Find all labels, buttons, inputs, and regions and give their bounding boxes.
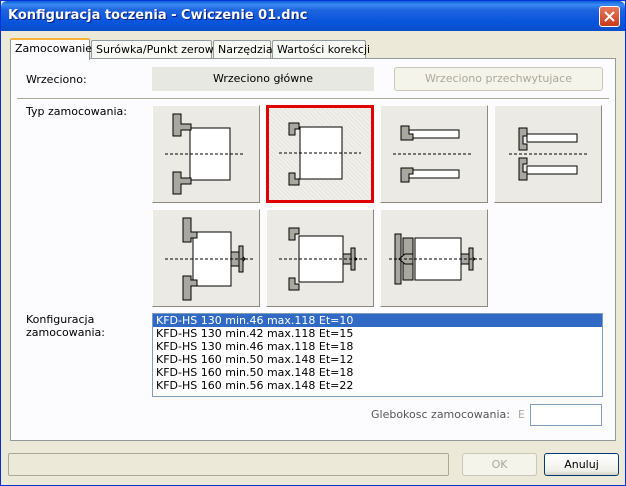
tab-zamocowanie[interactable]: Zamocowanie (10, 38, 92, 60)
close-icon (604, 11, 615, 22)
chuck-outer-jaws-icon (165, 113, 245, 195)
chuck-tailstock-small-icon (279, 227, 367, 291)
clamping-config-label-1: Konfiguracja (26, 313, 95, 326)
clamping-config-list[interactable]: KFD-HS 130 min.46 max.118 Et=10 KFD-HS 1… (152, 313, 603, 397)
list-item[interactable]: KFD-HS 160 min.50 max.148 Et=18 (153, 366, 602, 379)
tab-panel: Wrzeciono: Wrzeciono główne Wrzeciono pr… (10, 58, 616, 441)
clamp-option-between-centers[interactable] (380, 209, 488, 307)
clamp-option-bar[interactable] (380, 105, 488, 203)
window-title: Konfiguracja toczenia - Cwiczenie 01.dnc (8, 8, 308, 23)
clamping-type-label: Typ zamocowania: (26, 105, 127, 118)
list-item[interactable]: KFD-HS 130 min.46 max.118 Et=10 (153, 314, 602, 327)
depth-label: Glebokosc zamocowania: (371, 408, 510, 421)
ok-button[interactable]: OK (462, 453, 537, 476)
tab-wartosci-korekcji[interactable]: Wartości korekcji (272, 40, 370, 59)
dialog-window: Konfiguracja toczenia - Cwiczenie 01.dnc… (0, 0, 626, 486)
tab-narzedzia[interactable]: Narzędzia (213, 40, 273, 59)
title-bar[interactable]: Konfiguracja toczenia - Cwiczenie 01.dnc (1, 1, 625, 31)
clamp-option-outer-jaws[interactable] (152, 105, 260, 203)
status-bar (8, 453, 449, 476)
depth-prefix: E (518, 408, 525, 421)
clamp-option-bar-inner[interactable] (494, 105, 602, 203)
clamp-option-inner-jaws[interactable] (266, 105, 374, 203)
sub-spindle-button[interactable]: Wrzeciono przechwytujace (394, 67, 603, 91)
list-item[interactable]: KFD-HS 130 min.46 max.118 Et=18 (153, 340, 602, 353)
list-item[interactable]: KFD-HS 160 min.56 max.148 Et=22 (153, 379, 602, 392)
cancel-button[interactable]: Anuluj (544, 453, 619, 476)
tab-surowka[interactable]: Surówka/Punkt zerowy (91, 40, 220, 59)
spindle-label: Wrzeciono: (26, 73, 87, 86)
list-item[interactable]: KFD-HS 130 min.42 max.118 Et=15 (153, 327, 602, 340)
chuck-inner-jaws-icon (279, 122, 361, 186)
separator (17, 98, 609, 100)
chuck-bar-inner-icon (509, 127, 589, 181)
depth-input[interactable] (530, 404, 602, 426)
between-centers-icon (389, 233, 483, 285)
chuck-bar-icon (393, 125, 473, 183)
clamp-option-tailstock[interactable] (152, 209, 260, 307)
chuck-tailstock-icon (165, 217, 253, 301)
clamp-option-tailstock-small[interactable] (266, 209, 374, 307)
clamping-config-label-2: zamocowania: (26, 326, 105, 339)
main-spindle-button[interactable]: Wrzeciono główne (152, 67, 374, 91)
list-item[interactable]: KFD-HS 160 min.50 max.148 Et=12 (153, 353, 602, 366)
close-button[interactable] (599, 6, 620, 27)
